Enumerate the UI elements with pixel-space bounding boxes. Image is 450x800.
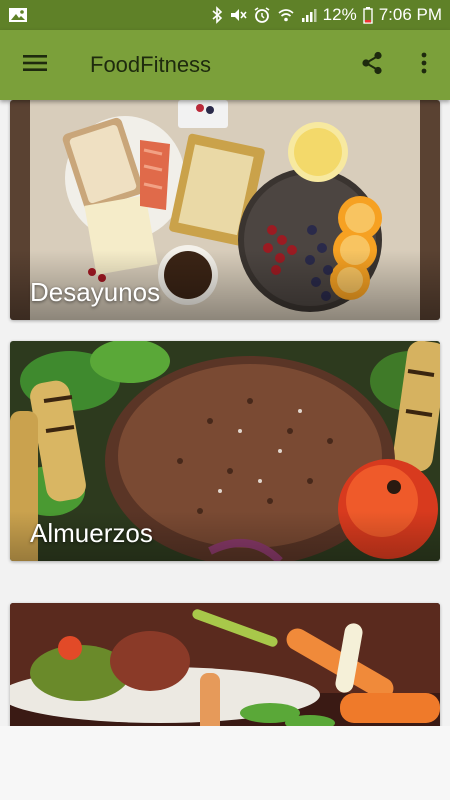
category-list[interactable]: Desayunos Almuerzos [0,100,450,726]
category-card-almuerzos[interactable]: Almuerzos [10,341,440,561]
clock: 7:06 PM [378,5,442,24]
wifi-icon [277,6,295,24]
menu-icon [22,53,48,78]
bluetooth-icon [211,6,223,24]
category-label: Almuerzos [30,518,153,548]
dinner-image [10,603,440,726]
category-label: Desayunos [30,277,161,307]
mute-icon [229,6,247,24]
share-icon [359,50,385,81]
signal-icon [301,6,317,24]
more-options-button[interactable] [398,30,450,100]
app-title: FoodFitness [90,52,212,77]
app-bar: FoodFitness [0,30,450,100]
category-card-3[interactable] [10,603,440,726]
bottom-area [0,726,450,800]
battery-percent: 12% [322,5,357,24]
status-bar: 12% 7:06 PM [0,0,450,30]
category-card-desayunos[interactable]: Desayunos [10,100,440,320]
more-vert-icon [420,51,428,80]
alarm-icon [253,6,271,24]
image-icon [8,6,28,24]
menu-button[interactable] [0,30,70,100]
battery-icon [362,6,373,24]
share-button[interactable] [346,30,398,100]
